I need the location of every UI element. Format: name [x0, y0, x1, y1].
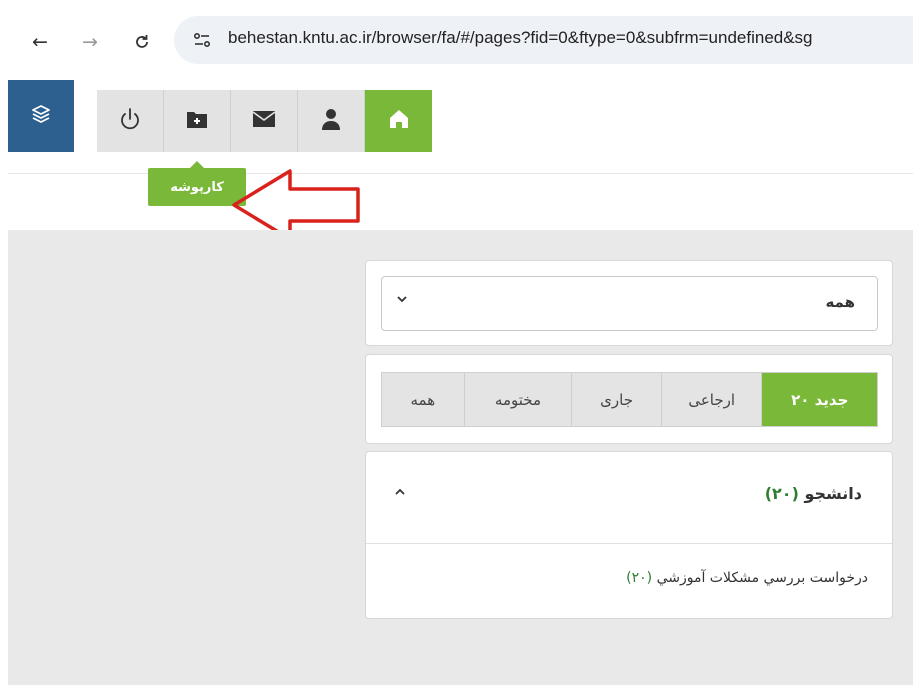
address-bar[interactable]: behestan.kntu.ac.ir/browser/fa/#/pages?f…: [174, 16, 913, 64]
envelope-icon: [252, 110, 276, 132]
list-item[interactable]: درخواست بررسي مشكلات آموزشي (۲۰): [626, 570, 868, 586]
chevron-up-icon[interactable]: [394, 484, 406, 502]
select-value: همه: [825, 293, 855, 311]
layers-menu-button[interactable]: [8, 80, 74, 152]
toolbar-buttons: [97, 90, 432, 152]
profile-button[interactable]: [298, 90, 365, 152]
user-icon: [321, 108, 341, 134]
layers-icon: [30, 103, 52, 129]
request-group-card: دانشجو (۲۰) درخواست بررسي مشكلات آموزشي …: [365, 451, 893, 619]
url-text[interactable]: behestan.kntu.ac.ir/browser/fa/#/pages?f…: [228, 28, 813, 48]
list-item-count: (۲۰): [626, 570, 653, 586]
status-filter-select[interactable]: همه: [381, 276, 878, 331]
tab-current[interactable]: جاری: [572, 373, 662, 426]
forward-arrow-icon[interactable]: →: [78, 30, 102, 54]
header-divider: [8, 173, 913, 174]
cartable-button[interactable]: [164, 90, 231, 152]
reload-icon[interactable]: [130, 30, 154, 54]
folder-plus-icon: [186, 109, 208, 133]
main-content: همه همه مختومه جاری ارجاعی ۲۰ جدید دانشج…: [8, 230, 913, 685]
chevron-down-icon: [396, 293, 408, 309]
messages-button[interactable]: [231, 90, 298, 152]
group-title: دانشجو (۲۰): [765, 484, 862, 503]
app-header: کارپوشه: [0, 66, 913, 241]
group-title-text: دانشجو: [804, 484, 862, 503]
home-icon: [388, 108, 410, 134]
tab-referred[interactable]: ارجاعی: [661, 373, 763, 426]
browser-toolbar: ← → behestan.kntu.ac.ir/browser/fa/#/pag…: [0, 0, 913, 66]
tab-new[interactable]: ۲۰ جدید: [762, 373, 877, 426]
back-arrow-icon[interactable]: ←: [28, 30, 52, 54]
power-icon: [117, 106, 143, 136]
tab-all[interactable]: همه: [382, 373, 465, 426]
home-button[interactable]: [365, 90, 432, 152]
status-tabs: همه مختومه جاری ارجاعی ۲۰ جدید: [381, 372, 878, 427]
list-item-label: درخواست بررسي مشكلات آموزشي: [656, 570, 868, 586]
group-count: (۲۰): [764, 484, 799, 503]
filter-card: همه: [365, 260, 893, 346]
tabs-card: همه مختومه جاری ارجاعی ۲۰ جدید: [365, 354, 893, 444]
tab-closed[interactable]: مختومه: [464, 373, 573, 426]
group-header[interactable]: دانشجو (۲۰): [366, 452, 892, 544]
site-settings-icon[interactable]: [190, 28, 214, 52]
logout-button[interactable]: [97, 90, 164, 152]
